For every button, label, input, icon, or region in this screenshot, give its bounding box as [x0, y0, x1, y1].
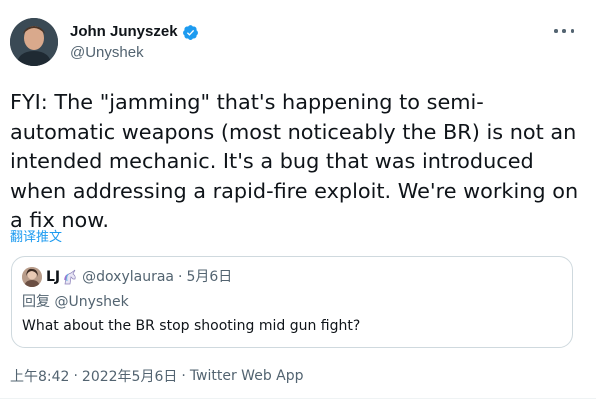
author-info: John Junyszek @Unyshek [70, 22, 199, 62]
tweet-date[interactable]: 2022年5月6日 [82, 366, 177, 386]
author-name-link[interactable]: John Junyszek [70, 23, 199, 41]
unicorn-icon [64, 269, 76, 285]
reply-prefix: 回复 [22, 294, 50, 310]
quoted-tweet[interactable]: LJ @doxylauraa · 5月6日 回复 @Unyshek What a… [11, 256, 573, 348]
quoted-tweet-text: What about the BR stop shooting mid gun … [22, 318, 361, 334]
quoted-avatar [22, 267, 42, 287]
divider [0, 398, 596, 399]
author-handle[interactable]: @Unyshek [70, 44, 199, 62]
dot-separator: · [178, 269, 183, 285]
dot-separator: · [73, 368, 78, 384]
quoted-tweet-date: 5月6日 [186, 269, 233, 285]
author-display-name: John Junyszek [70, 23, 178, 40]
translate-tweet-link[interactable]: 翻译推文 [10, 226, 62, 245]
reply-mention: @Unyshek [54, 294, 129, 310]
dot-separator: · [181, 368, 186, 384]
quoted-tweet-header: LJ @doxylauraa · 5月6日 [22, 267, 232, 287]
quoted-author-name: LJ [46, 269, 61, 285]
tweet-time[interactable]: 上午8:42 [10, 366, 69, 386]
tweet-meta: 上午8:42 · 2022年5月6日 · Twitter Web App [10, 366, 304, 386]
quoted-author-handle: @doxylauraa [82, 269, 174, 285]
tweet-source[interactable]: Twitter Web App [190, 368, 304, 384]
verified-badge-icon [182, 24, 198, 40]
tweet-text: FYI: The "jamming" that's happening to s… [10, 90, 579, 232]
author-avatar[interactable] [10, 18, 58, 66]
more-options-icon[interactable] [554, 24, 574, 38]
quoted-reply-context: 回复 @Unyshek [22, 293, 129, 311]
